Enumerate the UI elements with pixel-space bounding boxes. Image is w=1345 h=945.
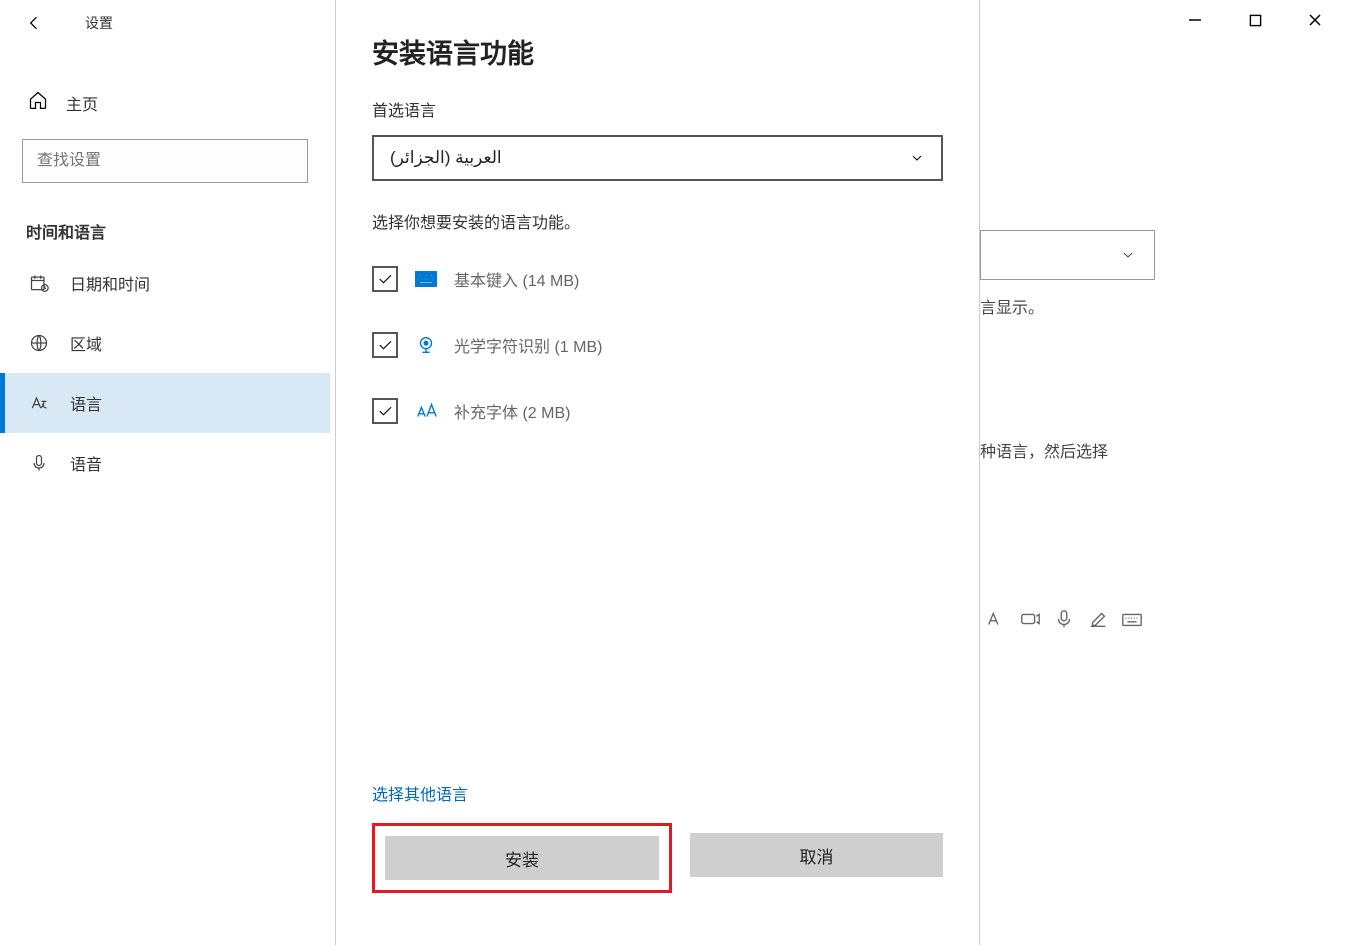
- minimize-button[interactable]: [1165, 0, 1225, 40]
- font-icon: [414, 400, 438, 422]
- background-dropdown[interactable]: [980, 230, 1155, 280]
- sidebar-item-datetime[interactable]: 日期和时间: [0, 253, 330, 313]
- install-highlight: 安装: [372, 823, 672, 893]
- checkbox[interactable]: [372, 266, 398, 292]
- sidebar-item-label: 语音: [70, 451, 102, 475]
- option-ocr[interactable]: 光学字符识别 (1 MB): [372, 319, 943, 371]
- sidebar-item-region[interactable]: 区域: [0, 313, 330, 373]
- chevron-down-icon: [909, 150, 925, 166]
- ocr-icon: [414, 334, 438, 356]
- select-other-language-link[interactable]: 选择其他语言: [372, 781, 943, 805]
- sidebar-category: 时间和语言: [0, 183, 330, 253]
- option-label: 光学字符识别 (1 MB): [454, 333, 602, 357]
- dialog-buttons: 安装 取消: [372, 823, 943, 945]
- option-fonts[interactable]: 补充字体 (2 MB): [372, 385, 943, 437]
- selected-language: العربية (الجزائر): [390, 148, 502, 168]
- background-text-2: 种语言，然后选择: [980, 438, 1155, 462]
- feature-icons-row: [985, 608, 1143, 630]
- back-button[interactable]: [18, 13, 50, 33]
- cancel-button[interactable]: 取消: [690, 833, 943, 877]
- option-label: 基本键入 (14 MB): [454, 267, 579, 291]
- tts-icon: [1019, 608, 1041, 630]
- install-language-dialog: 安装语言功能 首选语言 العربية (الجزائر) 选择你想要安装的语言…: [335, 0, 980, 945]
- home-link[interactable]: 主页: [0, 80, 330, 129]
- sidebar-item-language[interactable]: 语言: [0, 373, 330, 433]
- dialog-title: 安装语言功能: [372, 32, 943, 71]
- close-button[interactable]: [1285, 0, 1345, 40]
- language-icon: [28, 393, 50, 413]
- language-small-icon: [985, 608, 1007, 630]
- background-text-1: 言显示。: [980, 294, 1155, 318]
- maximize-button[interactable]: [1225, 0, 1285, 40]
- checkbox[interactable]: [372, 398, 398, 424]
- install-button[interactable]: 安装: [385, 836, 659, 880]
- window-title: 设置: [85, 13, 113, 33]
- option-label: 补充字体 (2 MB): [454, 399, 570, 423]
- home-label: 主页: [66, 91, 98, 115]
- dialog-instruction: 选择你想要安装的语言功能。: [372, 209, 943, 233]
- sidebar-item-label: 语言: [70, 391, 102, 415]
- checkbox[interactable]: [372, 332, 398, 358]
- search-input[interactable]: [37, 152, 293, 170]
- keyboard-small-icon: [1121, 608, 1143, 630]
- search-box[interactable]: [22, 139, 308, 183]
- sidebar: 主页 时间和语言 日期和时间 区域 语言 语音: [0, 60, 330, 493]
- mic-small-icon: [1053, 608, 1075, 630]
- preferred-language-label: 首选语言: [372, 97, 943, 121]
- background-content: 言显示。 种语言，然后选择: [980, 230, 1155, 462]
- microphone-icon: [28, 453, 50, 473]
- calendar-clock-icon: [28, 273, 50, 293]
- globe-icon: [28, 333, 50, 353]
- keyboard-icon: [414, 271, 438, 287]
- home-icon: [28, 90, 48, 115]
- handwriting-icon: [1087, 608, 1109, 630]
- option-basic-typing[interactable]: 基本键入 (14 MB): [372, 253, 943, 305]
- language-dropdown[interactable]: العربية (الجزائر): [372, 135, 943, 181]
- sidebar-item-label: 区域: [70, 331, 102, 355]
- sidebar-item-speech[interactable]: 语音: [0, 433, 330, 493]
- sidebar-item-label: 日期和时间: [70, 271, 150, 295]
- window-controls: [1165, 0, 1345, 40]
- chevron-down-icon: [1120, 247, 1136, 263]
